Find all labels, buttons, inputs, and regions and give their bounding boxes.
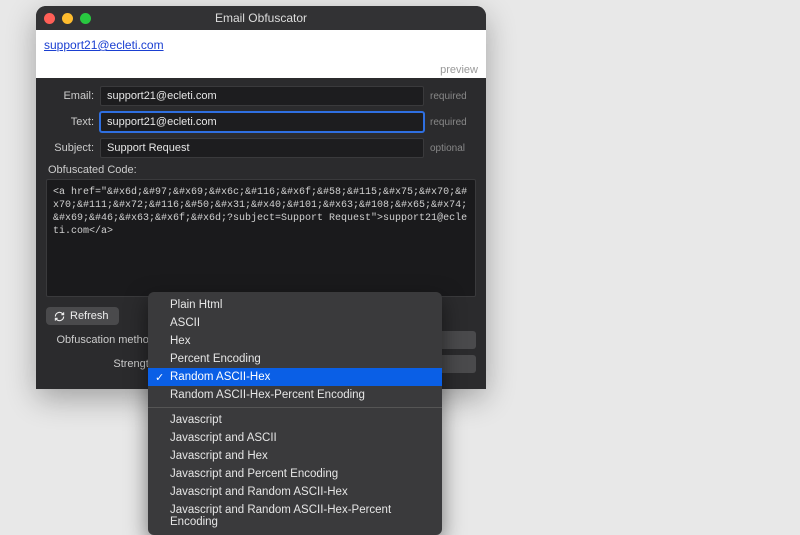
subject-hint: optional	[430, 143, 476, 154]
method-dropdown[interactable]: Plain HtmlASCIIHexPercent EncodingRandom…	[148, 292, 442, 535]
dropdown-item[interactable]: Javascript and Random ASCII-Hex	[148, 483, 442, 501]
email-field[interactable]	[100, 86, 424, 106]
text-label: Text:	[46, 116, 94, 128]
dropdown-item[interactable]: Hex	[148, 332, 442, 350]
window-title: Email Obfuscator	[36, 11, 486, 25]
window-controls	[44, 13, 91, 24]
subject-label: Subject:	[46, 142, 94, 154]
minimize-icon[interactable]	[62, 13, 73, 24]
refresh-button[interactable]: Refresh	[46, 307, 119, 325]
subject-field[interactable]	[100, 138, 424, 158]
dropdown-item[interactable]: ASCII	[148, 314, 442, 332]
obfuscated-code-box[interactable]: <a href="&#x6d;&#97;&#x69;&#x6c;&#116;&#…	[46, 179, 476, 297]
dropdown-item[interactable]: Plain Html	[148, 296, 442, 314]
dropdown-item[interactable]: Javascript and Random ASCII-Hex-Percent …	[148, 501, 442, 531]
dropdown-item[interactable]: Random ASCII-Hex-Percent Encoding	[148, 386, 442, 404]
subject-row: Subject: optional	[46, 138, 476, 158]
dropdown-item[interactable]: Javascript and Hex	[148, 447, 442, 465]
dropdown-item[interactable]: Percent Encoding	[148, 350, 442, 368]
dropdown-item[interactable]: Javascript	[148, 411, 442, 429]
dropdown-item[interactable]: Javascript and ASCII	[148, 429, 442, 447]
preview-label: preview	[440, 64, 478, 76]
dropdown-separator	[148, 407, 442, 408]
dropdown-item[interactable]: Random ASCII-Hex	[148, 368, 442, 386]
email-row: Email: required	[46, 86, 476, 106]
method-label: Obfuscation method:	[46, 334, 158, 346]
dropdown-item[interactable]: Javascript and Percent Encoding	[148, 465, 442, 483]
strength-label: Strength:	[46, 358, 158, 370]
obfuscated-label: Obfuscated Code:	[48, 164, 476, 176]
text-row: Text: required	[46, 112, 476, 132]
email-label: Email:	[46, 90, 94, 102]
preview-link[interactable]: support21@ecleti.com	[44, 38, 164, 52]
titlebar: Email Obfuscator	[36, 6, 486, 30]
text-field[interactable]	[100, 112, 424, 132]
refresh-label: Refresh	[70, 310, 109, 322]
close-icon[interactable]	[44, 13, 55, 24]
email-hint: required	[430, 91, 476, 102]
preview-pane: support21@ecleti.com preview	[36, 30, 486, 78]
zoom-icon[interactable]	[80, 13, 91, 24]
text-hint: required	[430, 117, 476, 128]
refresh-icon	[54, 311, 65, 322]
